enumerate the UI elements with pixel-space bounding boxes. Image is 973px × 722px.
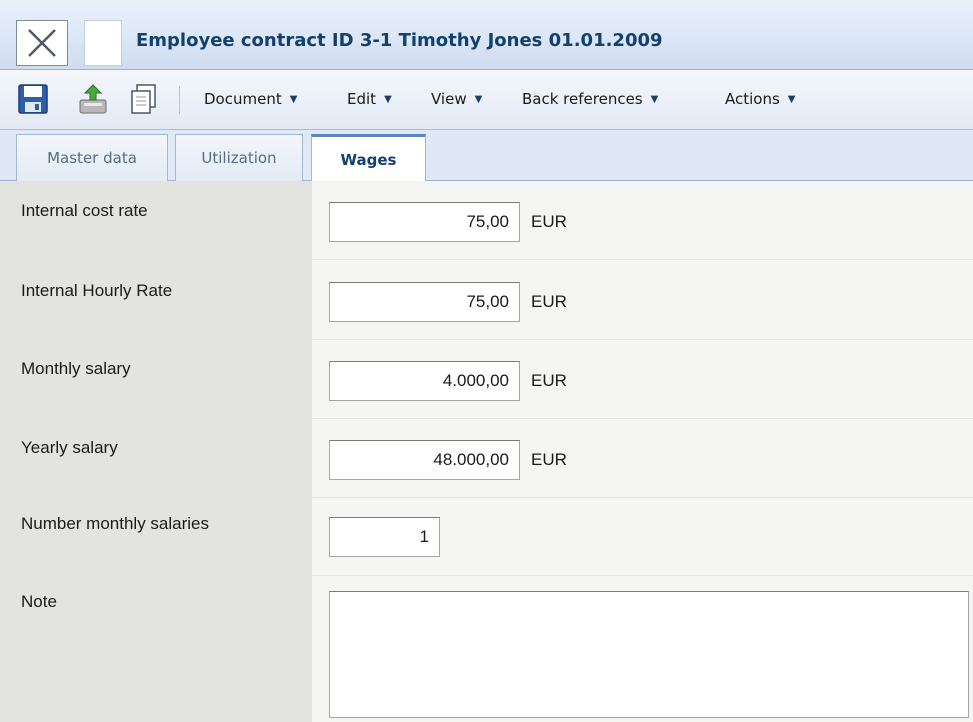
menu-back-references-label: Back references xyxy=(522,90,643,108)
number-monthly-salaries-label: Number monthly salaries xyxy=(21,514,210,533)
internal-hourly-rate-label: Internal Hourly Rate xyxy=(21,281,173,300)
tab-utilization[interactable]: Utilization xyxy=(175,134,303,181)
internal-hourly-rate-input[interactable] xyxy=(329,282,520,322)
menu-edit-label: Edit xyxy=(347,90,377,108)
wages-form: Internal cost rate EUR Internal Hourly R… xyxy=(0,181,973,722)
export-icon[interactable] xyxy=(76,82,110,120)
copy-icon[interactable] xyxy=(126,82,160,120)
menu-view[interactable]: View ▼ xyxy=(431,90,482,108)
window-title: Employee contract ID 3-1 Timothy Jones 0… xyxy=(136,30,663,51)
number-monthly-salaries-input[interactable] xyxy=(329,517,440,557)
save-icon[interactable] xyxy=(16,82,50,120)
internal-cost-rate-unit: EUR xyxy=(531,212,567,231)
chevron-down-icon: ▼ xyxy=(650,93,659,105)
menu-edit[interactable]: Edit ▼ xyxy=(347,90,392,108)
internal-hourly-rate-unit: EUR xyxy=(531,292,567,311)
toolbar-separator xyxy=(179,86,180,114)
monthly-salary-input[interactable] xyxy=(329,361,520,401)
chevron-down-icon: ▼ xyxy=(289,93,298,105)
tab-wages-label: Wages xyxy=(340,150,397,169)
yearly-salary-label: Yearly salary xyxy=(21,438,118,457)
menu-actions-label: Actions xyxy=(725,90,780,108)
chevron-down-icon: ▼ xyxy=(384,93,392,105)
note-textarea[interactable] xyxy=(329,591,969,718)
internal-cost-rate-label: Internal cost rate xyxy=(21,201,148,220)
close-button[interactable] xyxy=(16,20,68,66)
tab-master-data-label: Master data xyxy=(47,149,137,167)
row-divider xyxy=(312,339,973,340)
document-status-box xyxy=(84,20,122,66)
menu-view-label: View xyxy=(431,90,467,108)
internal-cost-rate-input[interactable] xyxy=(329,202,520,242)
tab-utilization-label: Utilization xyxy=(201,149,277,167)
menu-document[interactable]: Document ▼ xyxy=(204,90,297,108)
close-icon xyxy=(28,29,56,57)
row-divider xyxy=(312,418,973,419)
tab-master-data[interactable]: Master data xyxy=(16,134,168,181)
note-label: Note xyxy=(21,592,57,611)
chevron-down-icon: ▼ xyxy=(474,93,483,105)
menu-actions[interactable]: Actions ▼ xyxy=(725,90,796,108)
yearly-salary-input[interactable] xyxy=(329,440,520,480)
menu-back-references[interactable]: Back references ▼ xyxy=(522,90,658,108)
tab-wages[interactable]: Wages xyxy=(311,134,426,182)
yearly-salary-unit: EUR xyxy=(531,450,567,469)
chevron-down-icon: ▼ xyxy=(787,93,796,105)
monthly-salary-unit: EUR xyxy=(531,371,567,390)
row-divider xyxy=(312,259,973,260)
row-divider xyxy=(312,497,973,498)
monthly-salary-label: Monthly salary xyxy=(21,359,131,378)
row-divider xyxy=(312,575,973,576)
menu-document-label: Document xyxy=(204,90,282,108)
